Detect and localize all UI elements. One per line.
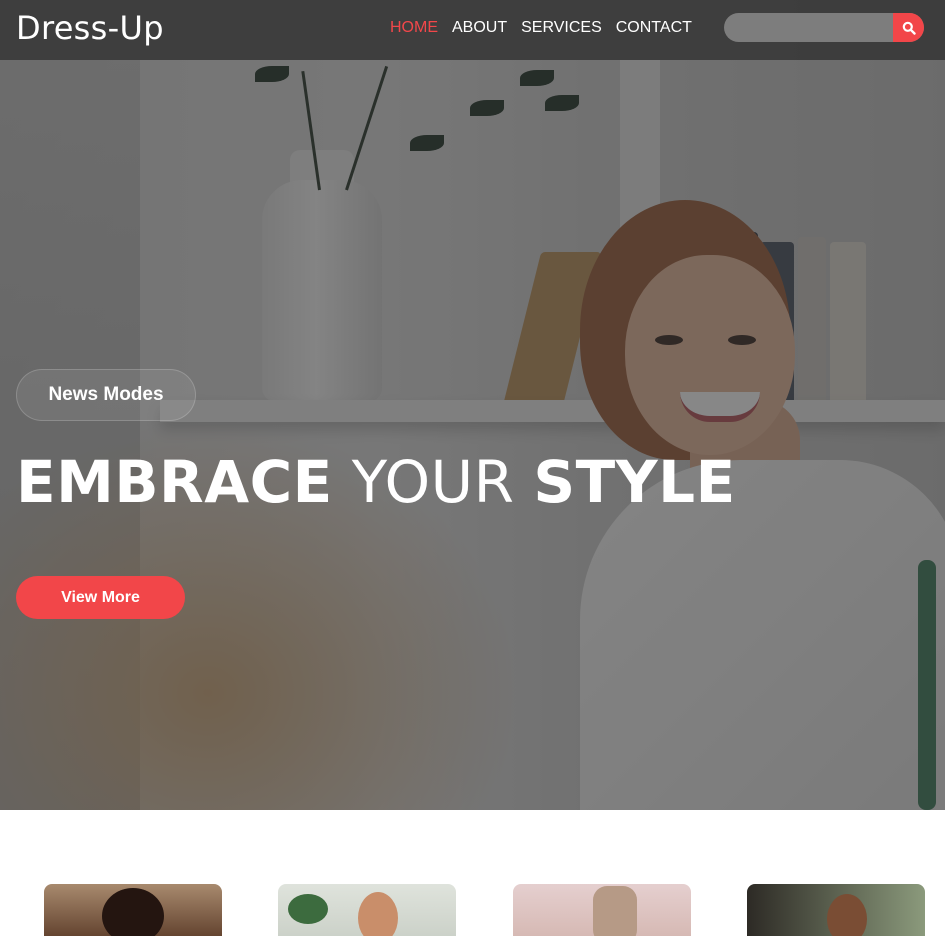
nav-home[interactable]: HOME <box>390 19 438 37</box>
hero-tag: News Modes <box>16 369 196 421</box>
category-card[interactable] <box>278 884 456 936</box>
headline-word-1: EMBRACE <box>16 448 333 516</box>
headline-word-3: STYLE <box>533 448 736 516</box>
card-image-detail <box>288 894 328 924</box>
card-image-detail <box>593 886 637 936</box>
category-card[interactable] <box>44 884 222 936</box>
hero-headline: EMBRACE YOUR STYLE <box>16 448 736 516</box>
category-card[interactable] <box>513 884 691 936</box>
view-more-button[interactable]: View More <box>16 576 185 619</box>
nav-about[interactable]: ABOUT <box>452 19 507 37</box>
category-cards <box>0 884 945 936</box>
nav-contact[interactable]: CONTACT <box>616 19 692 37</box>
site-logo[interactable]: Dress-Up <box>16 9 164 47</box>
site-header: Dress-Up HOME ABOUT SERVICES CONTACT <box>0 0 945 60</box>
nav-services[interactable]: SERVICES <box>521 19 602 37</box>
card-image-detail <box>827 894 867 936</box>
search-icon <box>902 21 916 35</box>
category-card[interactable] <box>747 884 925 936</box>
search-box <box>724 13 924 42</box>
main-nav: HOME ABOUT SERVICES CONTACT <box>390 19 692 37</box>
card-image-detail <box>358 892 398 936</box>
headline-word-2: YOUR <box>351 448 515 516</box>
card-image-detail <box>102 888 164 936</box>
search-button[interactable] <box>893 13 924 42</box>
